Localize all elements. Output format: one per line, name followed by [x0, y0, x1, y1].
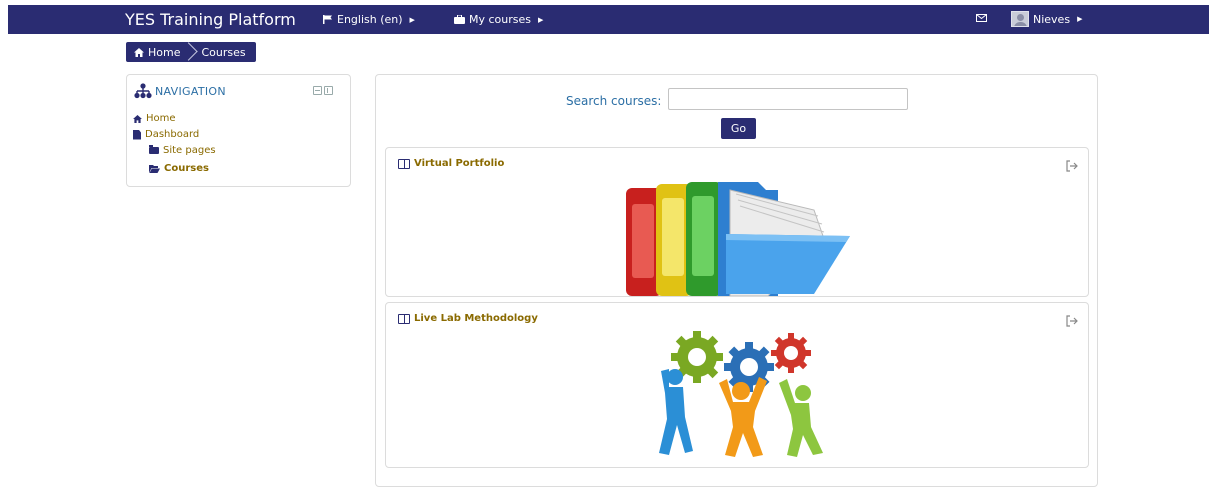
search-go-button[interactable]: Go [721, 118, 756, 139]
nav-item-dashboard[interactable]: Dashboard [133, 129, 199, 140]
navigation-title: NAVIGATION [155, 85, 226, 98]
avatar [1011, 11, 1029, 27]
nav-item-label: Courses [164, 163, 209, 174]
site-brand[interactable]: YES Training Platform [125, 10, 296, 29]
breadcrumb-home[interactable]: Home [134, 46, 180, 59]
course-title-link[interactable]: Live Lab Methodology [398, 313, 538, 324]
course-title: Live Lab Methodology [414, 313, 538, 324]
my-courses-label: My courses [469, 13, 531, 26]
language-label: English (en) [337, 13, 403, 26]
breadcrumb-current[interactable]: Courses [201, 46, 245, 59]
dock-block-icon[interactable] [324, 86, 333, 95]
nav-item-label: Home [146, 113, 176, 124]
course-title-link[interactable]: Virtual Portfolio [398, 158, 504, 169]
messages-button[interactable] [976, 14, 987, 22]
folder-icon [149, 145, 159, 154]
caret-right-icon: ▶ [409, 15, 415, 24]
flag-icon [323, 15, 332, 24]
course-image-people-gears [659, 331, 823, 457]
briefcase-icon [454, 15, 465, 24]
folder-open-icon [149, 164, 160, 173]
enrol-icon[interactable] [1066, 160, 1078, 172]
caret-right-icon: ▶ [1077, 15, 1083, 23]
navigation-block: NAVIGATION Home Dashboard Site pages Cou… [126, 74, 351, 187]
search-courses-label: Search courses: [566, 94, 662, 108]
breadcrumb-home-label: Home [148, 45, 181, 59]
caret-right-icon: ▶ [538, 15, 544, 24]
nav-item-label: Dashboard [145, 129, 200, 140]
user-name: Nieves [1033, 12, 1071, 26]
breadcrumb-separator [186, 42, 195, 62]
enrol-icon[interactable] [1066, 315, 1078, 327]
my-courses-menu[interactable]: My courses ▶ [454, 13, 543, 26]
course-title: Virtual Portfolio [414, 158, 505, 169]
breadcrumb: Home Courses [126, 42, 256, 62]
course-card-virtual-portfolio: Virtual Portfolio [385, 147, 1089, 297]
home-icon [134, 47, 144, 57]
envelope-icon [976, 14, 987, 22]
search-courses-input[interactable] [668, 88, 908, 110]
document-icon [133, 129, 141, 140]
course-image-binders [626, 182, 850, 296]
nav-item-courses[interactable]: Courses [149, 163, 209, 174]
collapse-block-icon[interactable] [313, 86, 322, 95]
map-icon [398, 313, 410, 324]
top-navbar: YES Training Platform English (en) ▶ My c… [8, 5, 1209, 34]
nav-item-home[interactable]: Home [133, 113, 176, 124]
language-menu[interactable]: English (en) ▶ [323, 13, 415, 26]
map-icon [398, 158, 410, 169]
home-icon [133, 114, 142, 123]
nav-item-label: Site pages [163, 145, 216, 156]
nav-item-site-pages[interactable]: Site pages [149, 145, 216, 156]
sitemap-icon [134, 83, 152, 99]
main-content: Search courses: Go Virtual Portfolio Liv… [375, 74, 1098, 487]
user-menu[interactable]: Nieves ▶ [1011, 11, 1082, 27]
course-card-live-lab-methodology: Live Lab Methodology [385, 302, 1089, 468]
